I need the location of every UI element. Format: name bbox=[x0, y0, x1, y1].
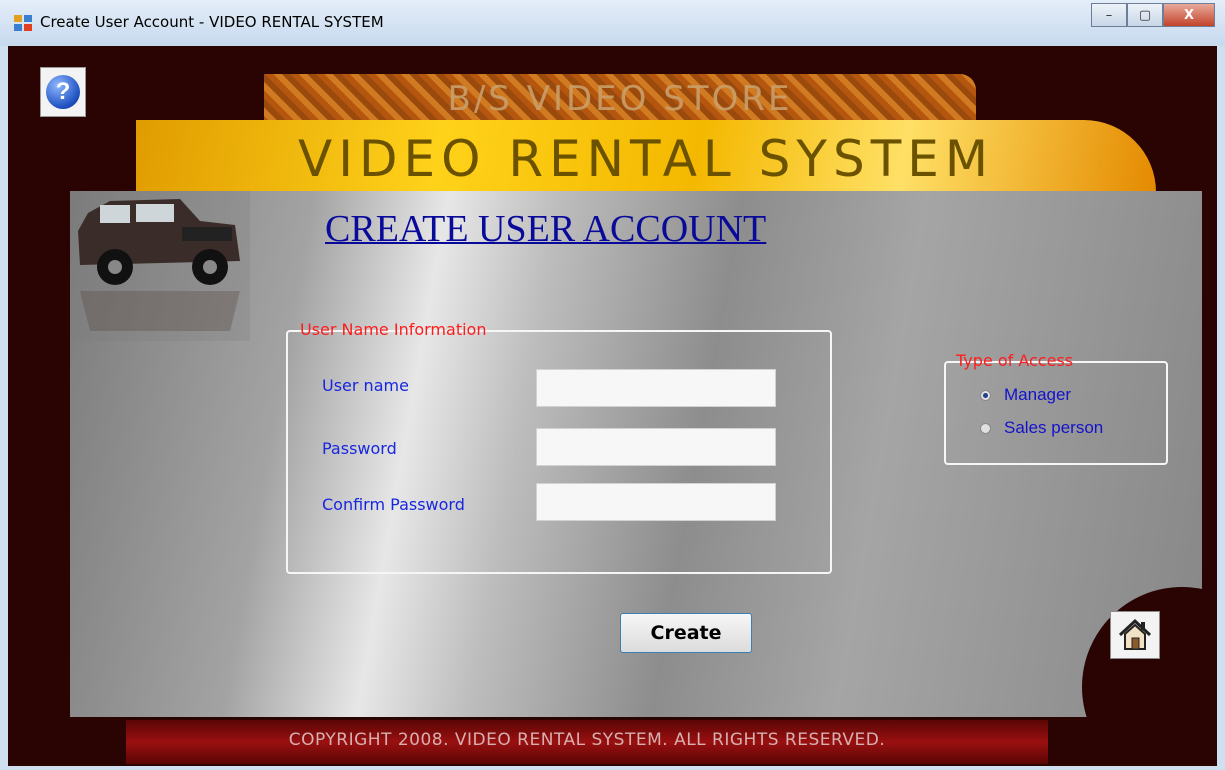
app-window: Create User Account - VIDEO RENTAL SYSTE… bbox=[0, 0, 1225, 770]
maximize-button[interactable]: ▢ bbox=[1127, 3, 1163, 27]
confirm-password-input[interactable] bbox=[536, 483, 776, 521]
system-name: VIDEO RENTAL SYSTEM bbox=[298, 130, 994, 188]
access-type-group: Type of Access Manager Sales person bbox=[944, 351, 1168, 465]
close-icon: X bbox=[1183, 7, 1195, 23]
password-label: Password bbox=[322, 439, 397, 458]
user-info-group: User Name Information User name Password… bbox=[286, 320, 832, 574]
window-title: Create User Account - VIDEO RENTAL SYSTE… bbox=[40, 13, 384, 31]
footer-banner: COPYRIGHT 2008. VIDEO RENTAL SYSTEM. ALL… bbox=[126, 720, 1048, 764]
radio-sales-person[interactable]: Sales person bbox=[980, 418, 1103, 438]
username-input[interactable] bbox=[536, 369, 776, 407]
radio-manager[interactable]: Manager bbox=[980, 385, 1071, 405]
home-button[interactable] bbox=[1110, 611, 1160, 659]
home-icon bbox=[1118, 618, 1152, 650]
password-input[interactable] bbox=[536, 428, 776, 466]
access-type-legend: Type of Access bbox=[956, 351, 1074, 370]
maximize-icon: ▢ bbox=[1138, 7, 1152, 23]
minimize-icon: – bbox=[1105, 7, 1113, 23]
create-button[interactable]: Create bbox=[620, 613, 752, 653]
main-panel: CREATE USER ACCOUNT User Name Informatio… bbox=[70, 191, 1202, 717]
page-title: CREATE USER ACCOUNT bbox=[325, 208, 767, 250]
radio-icon bbox=[980, 389, 991, 401]
system-banner: VIDEO RENTAL SYSTEM bbox=[136, 120, 1156, 192]
help-icon: ? bbox=[46, 75, 80, 109]
user-info-legend: User Name Information bbox=[300, 320, 487, 339]
radio-sales-person-label: Sales person bbox=[1004, 418, 1104, 437]
store-name: B/S VIDEO STORE bbox=[447, 79, 793, 119]
close-button[interactable]: X bbox=[1163, 3, 1215, 27]
copyright-text: COPYRIGHT 2008. VIDEO RENTAL SYSTEM. ALL… bbox=[288, 730, 886, 750]
window-controls: – ▢ X bbox=[1091, 3, 1215, 27]
app-icon bbox=[14, 15, 32, 31]
store-banner: B/S VIDEO STORE bbox=[264, 74, 976, 124]
car-image bbox=[70, 191, 250, 341]
client-area: ? B/S VIDEO STORE VIDEO RENTAL SYSTEM CR… bbox=[8, 46, 1217, 766]
radio-icon bbox=[980, 422, 991, 434]
username-label: User name bbox=[322, 376, 409, 395]
confirm-password-label: Confirm Password bbox=[322, 495, 465, 514]
title-bar[interactable]: Create User Account - VIDEO RENTAL SYSTE… bbox=[0, 0, 1225, 46]
help-button[interactable]: ? bbox=[40, 67, 86, 117]
minimize-button[interactable]: – bbox=[1091, 3, 1127, 27]
radio-manager-label: Manager bbox=[1004, 385, 1072, 404]
